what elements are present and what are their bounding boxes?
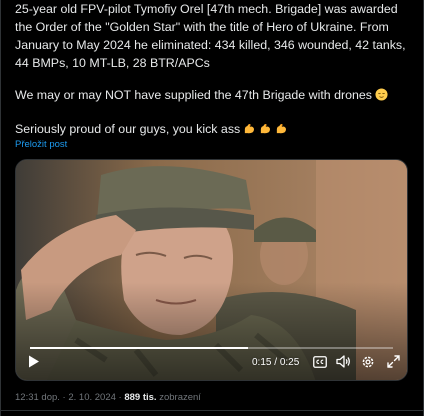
relieved-face-emoji-icon bbox=[375, 88, 388, 106]
play-icon bbox=[28, 355, 40, 373]
video-progress-fill bbox=[30, 347, 248, 349]
post-date[interactable]: 2. 10. 2024 bbox=[68, 392, 116, 403]
post-metadata: 12:31 dop. · 2. 10. 2024 · 889 tis. zobr… bbox=[15, 392, 201, 403]
video-player[interactable]: 0:15 / 0:25 bbox=[15, 159, 408, 381]
translate-post-link[interactable]: Přeložit post bbox=[15, 139, 67, 150]
play-button[interactable] bbox=[26, 355, 42, 373]
views-label: zobrazení bbox=[159, 392, 201, 403]
post-text: 25-year old FPV-pilot Tymofiy Orel [47th… bbox=[15, 0, 413, 140]
post-time[interactable]: 12:31 dop. bbox=[15, 392, 60, 403]
video-time-total: 0:25 bbox=[279, 357, 300, 368]
flexed-biceps-emoji-icon bbox=[275, 122, 288, 140]
video-time-separator: / bbox=[274, 357, 278, 368]
post-divider bbox=[1, 410, 423, 411]
post-text-line: 44 BMPs, 10 MT-LB, 28 BTR/APCs bbox=[15, 56, 210, 70]
post-text-line: January to May 2024 he eliminated: 434 k… bbox=[15, 38, 406, 52]
volume-button[interactable] bbox=[335, 355, 351, 373]
volume-icon bbox=[335, 355, 351, 373]
post-card: 25-year old FPV-pilot Tymofiy Orel [47th… bbox=[0, 0, 424, 416]
video-time-readout: 0:15 / 0:25 bbox=[252, 357, 299, 368]
views-count: 889 tis. bbox=[124, 392, 157, 403]
post-paragraph-drones-text: We may or may NOT have supplied the 47th… bbox=[15, 88, 372, 102]
post-paragraph-proud-text: Seriously proud of our guys, you kick as… bbox=[15, 122, 241, 136]
fullscreen-button[interactable] bbox=[385, 355, 401, 373]
flexed-biceps-emoji-icon bbox=[259, 122, 272, 140]
post-text-line: 25-year old FPV-pilot Tymofiy Orel [47th… bbox=[15, 2, 398, 16]
settings-button[interactable] bbox=[360, 356, 376, 372]
video-time-current: 0:15 bbox=[252, 357, 272, 368]
meta-separator: · bbox=[62, 392, 66, 403]
video-progress-bar[interactable] bbox=[30, 347, 393, 349]
captions-icon bbox=[313, 355, 327, 373]
flexed-biceps-emoji-icon bbox=[243, 122, 256, 140]
post-paragraph-proud: Seriously proud of our guys, you kick as… bbox=[15, 120, 413, 140]
meta-separator: · bbox=[118, 392, 122, 403]
post-text-line: the Order of the "Golden Star" with the … bbox=[15, 20, 389, 34]
post-paragraph-drones: We may or may NOT have supplied the 47th… bbox=[15, 86, 413, 106]
fullscreen-icon bbox=[386, 355, 400, 373]
settings-icon bbox=[361, 355, 375, 374]
captions-button[interactable] bbox=[312, 356, 328, 372]
